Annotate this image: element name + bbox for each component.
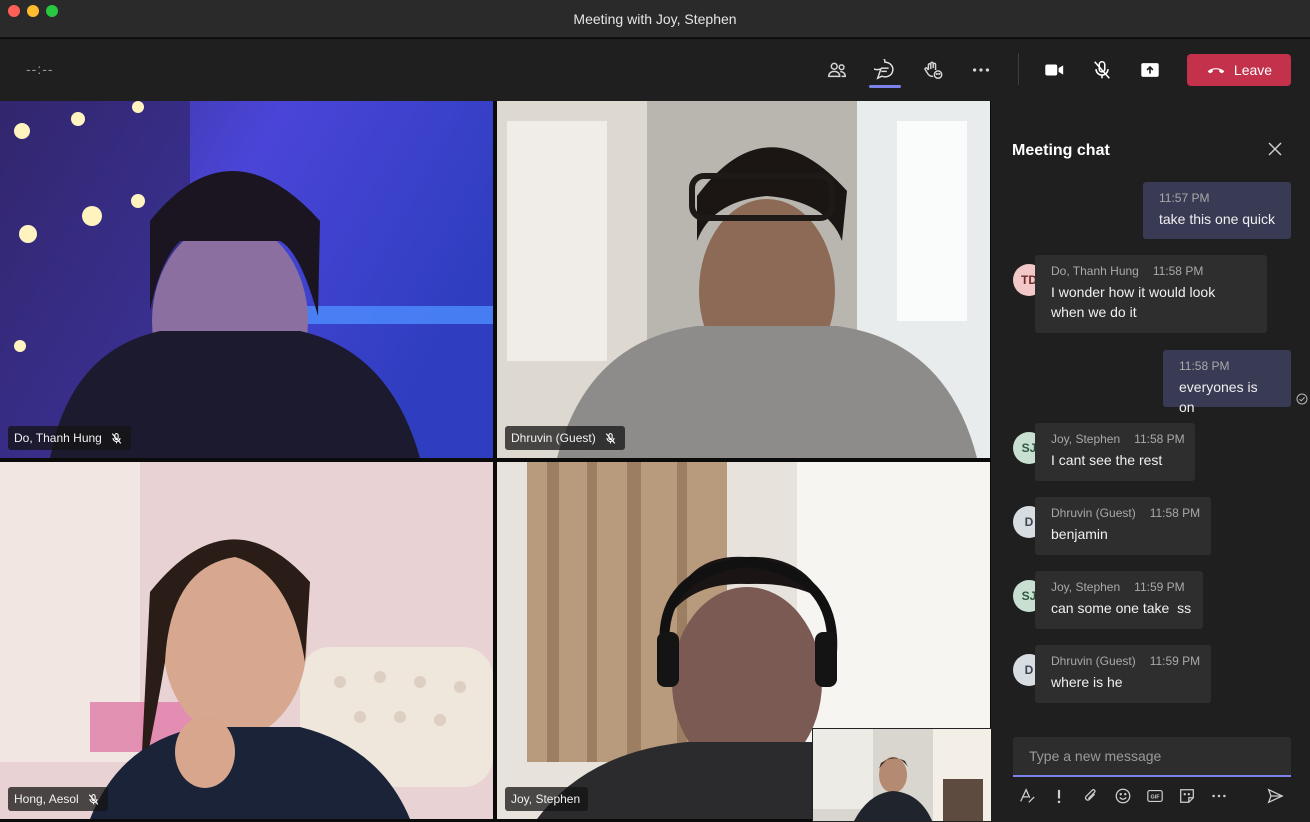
message-author: Dhruvin (Guest) [1051, 654, 1136, 668]
mic-off-icon [1094, 60, 1110, 79]
gif-icon: GIF [1147, 790, 1163, 802]
chat-title: Meeting chat [1012, 142, 1110, 159]
participant-nametag: Hong, Aesol [8, 787, 108, 811]
mic-off-icon [88, 793, 98, 805]
participant-nametag: Dhruvin (Guest) [505, 426, 625, 450]
format-button[interactable] [1016, 785, 1038, 807]
participant-name: Hong, Aesol [14, 792, 79, 806]
mic-off-icon [605, 432, 615, 444]
send-icon [1267, 788, 1284, 804]
message-author: Do, Thanh Hung [1051, 264, 1139, 278]
avatar-initials: D [1024, 515, 1034, 529]
camera-button[interactable] [1038, 54, 1070, 86]
toolbar-divider [1018, 53, 1019, 85]
video-tile-2[interactable]: Dhruvin (Guest) [497, 101, 990, 458]
meeting-timer: --:-- [26, 61, 54, 77]
chat-message[interactable]: Do, Thanh Hung 11:58 PM I wonder how it w… [1035, 255, 1267, 333]
message-time: 11:59 PM [1149, 654, 1201, 668]
attach-button[interactable] [1080, 785, 1102, 807]
message-text: can some one take ss [1051, 600, 1192, 616]
camera-icon [1045, 64, 1064, 76]
gif-button[interactable]: GIF [1144, 785, 1166, 807]
message-time: 11:57 PM [1159, 191, 1210, 205]
message-time: 11:58 PM [1179, 359, 1230, 373]
message-author: Dhruvin (Guest) [1051, 506, 1136, 520]
message-text: take this one quick [1159, 211, 1275, 227]
hangup-icon [1207, 68, 1225, 74]
message-text-line-2: when we do it [1051, 304, 1137, 320]
participant-name: Dhruvin (Guest) [511, 431, 596, 445]
message-text: everyones is on [1179, 379, 1258, 415]
close-chat-button[interactable] [1265, 139, 1285, 159]
avatar-initials: D [1024, 663, 1034, 677]
message-time: 11:58 PM [1134, 432, 1185, 446]
mic-off-icon [111, 432, 122, 444]
seen-check-icon [1296, 392, 1308, 405]
leave-button[interactable]: Leave [1187, 54, 1291, 86]
message-text: benjamin [1051, 526, 1108, 542]
chat-message[interactable]: Dhruvin (Guest) 11:59 PM where is he [1035, 645, 1211, 703]
participant-video [0, 462, 493, 819]
send-button[interactable] [1264, 785, 1286, 807]
meeting-chat-panel: Meeting chat 11:57 PM take this one quic… [991, 101, 1310, 822]
more-actions-button[interactable] [965, 54, 997, 86]
important-button[interactable] [1048, 785, 1070, 807]
more-icon [1212, 794, 1226, 798]
sticker-icon [1180, 789, 1194, 803]
reactions-icon [924, 61, 943, 79]
chat-icon [874, 59, 894, 80]
meeting-toolbar: --:-- Leave [0, 39, 1310, 101]
attach-icon [1085, 789, 1096, 801]
format-icon [1020, 788, 1035, 803]
participant-name: Do, Thanh Hung [14, 431, 102, 445]
more-icon [972, 68, 990, 72]
share-icon [1141, 63, 1159, 77]
share-screen-button[interactable] [1134, 54, 1166, 86]
sticker-button[interactable] [1176, 785, 1198, 807]
leave-label: Leave [1233, 62, 1273, 78]
message-author: Joy, Stephen [1051, 432, 1121, 446]
participant-nametag: Do, Thanh Hung [8, 426, 131, 450]
chat-active-indicator [869, 85, 901, 88]
window-title: Meeting with Joy, Stephen [573, 11, 737, 27]
more-options-button[interactable] [1208, 785, 1230, 807]
video-tile-1[interactable]: Do, Thanh Hung [0, 101, 493, 458]
title-bar: Meeting with Joy, Stephen [0, 0, 1310, 38]
important-icon [1057, 789, 1061, 804]
message-time: 11:59 PM [1134, 580, 1185, 594]
self-view-video[interactable] [812, 728, 992, 822]
message-text-line-1: I wonder how it would look [1051, 284, 1216, 300]
message-text: where is he [1051, 674, 1123, 690]
message-text: I cant see the rest [1051, 452, 1163, 468]
chat-message[interactable]: Joy, Stephen 11:59 PM can some one take s… [1035, 571, 1203, 629]
video-tile-3[interactable]: Hong, Aesol [0, 462, 493, 819]
emoji-icon [1115, 788, 1131, 804]
participants-button[interactable] [821, 54, 853, 86]
svg-text:GIF: GIF [1151, 795, 1161, 801]
message-input[interactable] [1013, 737, 1291, 775]
people-icon [828, 62, 846, 78]
chat-message[interactable]: Dhruvin (Guest) 11:58 PM benjamin [1035, 497, 1211, 555]
message-author: Joy, Stephen [1051, 580, 1121, 594]
chat-message[interactable]: Joy, Stephen 11:58 PM I cant see the rest [1035, 423, 1195, 481]
self-video [813, 729, 991, 821]
message-time: 11:58 PM [1152, 264, 1204, 278]
mic-button[interactable] [1086, 54, 1118, 86]
emoji-button[interactable] [1112, 785, 1134, 807]
message-time: 11:58 PM [1149, 506, 1201, 520]
participant-name: Joy, Stephen [511, 792, 581, 806]
chat-button[interactable] [869, 54, 901, 86]
chat-message-own[interactable]: 11:57 PM take this one quick [1143, 182, 1291, 239]
message-composer[interactable] [1013, 737, 1291, 777]
close-icon [1268, 142, 1282, 156]
participant-video [0, 101, 493, 458]
participant-video [497, 101, 990, 458]
reactions-button[interactable] [917, 54, 949, 86]
participant-nametag: Joy, Stephen [505, 787, 589, 811]
chat-message-own[interactable]: 11:58 PM everyones is on [1163, 350, 1291, 415]
